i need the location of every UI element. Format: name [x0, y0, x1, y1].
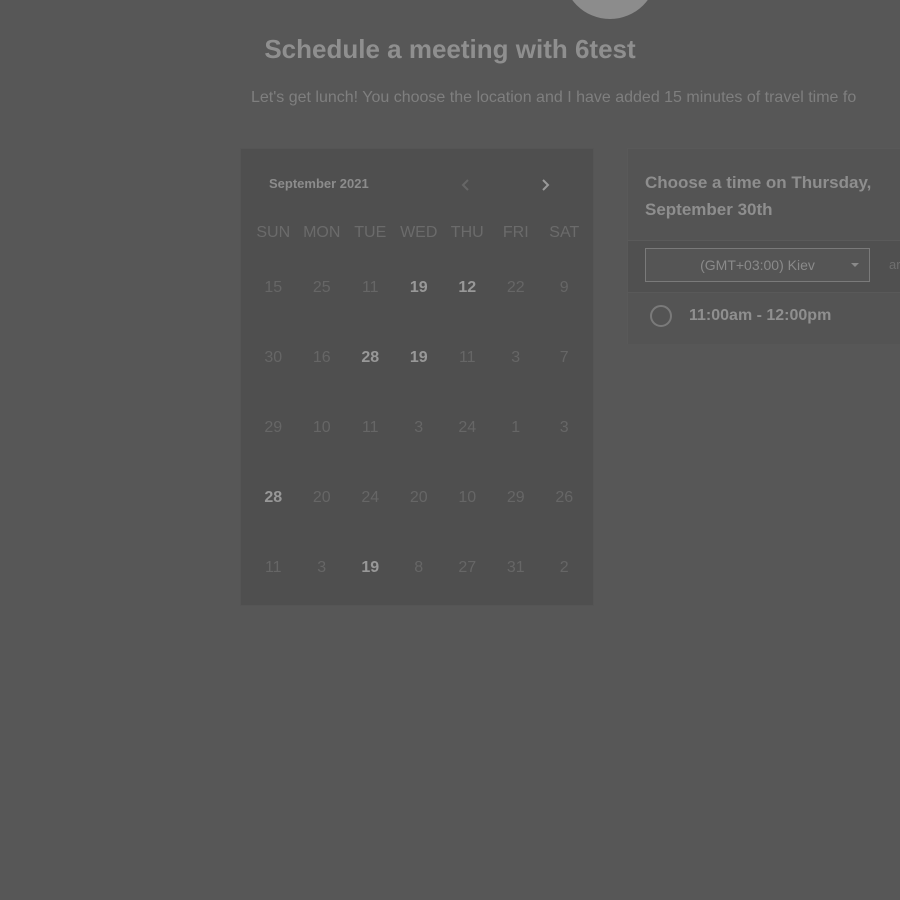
calendar-day[interactable]: 19	[395, 253, 444, 323]
date-picker: September 2021 SUN MON TUE WED THU FRI SAT 15 2…	[240, 148, 594, 606]
timezone-value: (GMT+03:00) Kiev	[700, 257, 815, 273]
calendar-day: 7	[559, 349, 569, 366]
caret-down-icon	[851, 263, 859, 267]
weekday-label: TUE	[354, 224, 387, 241]
calendar-day: 8	[414, 559, 424, 576]
time-slot-option[interactable]: 11:00am - 12:00pm	[628, 292, 900, 344]
calendar-day[interactable]: 19	[346, 533, 395, 603]
calendar-day: 10	[312, 419, 331, 436]
calendar-day: 15	[264, 279, 283, 296]
calendar-day: 1	[511, 419, 521, 436]
calendar-day: 11	[264, 559, 282, 576]
radio-icon[interactable]	[650, 305, 672, 327]
calendar-day: 30	[264, 349, 283, 366]
weekday-label: THU	[450, 224, 484, 241]
calendar-day: 11	[361, 419, 379, 436]
calendar-day: 10	[458, 489, 477, 506]
calendar-day: 2	[559, 559, 569, 576]
time-slot-label: 11:00am - 12:00pm	[689, 307, 832, 324]
time-panel-title: Choose a time on Thursday, September 30t…	[645, 173, 872, 219]
calendar-day: 25	[312, 279, 331, 296]
calendar-month-label: September 2021	[269, 176, 369, 191]
calendar-day: 29	[264, 419, 283, 436]
chevron-left-icon	[461, 179, 469, 191]
prev-month-button[interactable]	[454, 173, 478, 197]
calendar-day[interactable]: 28	[249, 463, 298, 533]
calendar-day: 3	[559, 419, 569, 436]
calendar-day: 22	[506, 279, 525, 296]
calendar-day: 29	[506, 489, 525, 506]
calendar-day[interactable]: 28	[346, 323, 395, 393]
page-subtitle: Let's get lunch! You choose the location…	[251, 89, 857, 106]
calendar-day: 31	[506, 559, 525, 576]
weekday-label: FRI	[502, 224, 529, 241]
calendar-day: 11	[458, 349, 476, 366]
calendar-day: 24	[361, 489, 380, 506]
calendar-day: 3	[414, 419, 424, 436]
time-selection-panel: Choose a time on Thursday, September 30t…	[627, 148, 900, 344]
page-title: Schedule a meeting with 6test	[264, 34, 636, 64]
timezone-extra-label: ar	[889, 257, 900, 272]
calendar-day: 20	[312, 489, 331, 506]
next-month-button[interactable]	[533, 173, 557, 197]
calendar-day: 24	[458, 419, 477, 436]
weekday-label: WED	[400, 224, 438, 241]
calendar-day: 20	[409, 489, 428, 506]
host-avatar	[563, 0, 657, 19]
calendar-day-grid: 15 25 11 19 12 22 9 30 16 28 19 11 3 7 29 10 11 3 24 1 3 28 20…	[249, 253, 589, 603]
weekday-label: SUN	[256, 224, 291, 241]
calendar-day[interactable]: 12	[443, 253, 492, 323]
weekday-label: MON	[303, 224, 341, 241]
weekday-header-row: SUN MON TUE WED THU FRI SAT	[249, 224, 589, 242]
time-panel-header: Choose a time on Thursday, September 30t…	[628, 149, 900, 241]
calendar-day[interactable]: 19	[395, 323, 444, 393]
calendar-day: 16	[312, 349, 331, 366]
calendar-day: 27	[458, 559, 477, 576]
calendar-day: 3	[317, 559, 327, 576]
calendar-day: 11	[361, 279, 379, 296]
timezone-select[interactable]: (GMT+03:00) Kiev	[645, 248, 870, 282]
chevron-right-icon	[542, 179, 550, 191]
calendar-day: 26	[555, 489, 574, 506]
calendar-day: 9	[559, 279, 569, 296]
calendar-day: 3	[511, 349, 521, 366]
weekday-label: SAT	[549, 224, 580, 241]
